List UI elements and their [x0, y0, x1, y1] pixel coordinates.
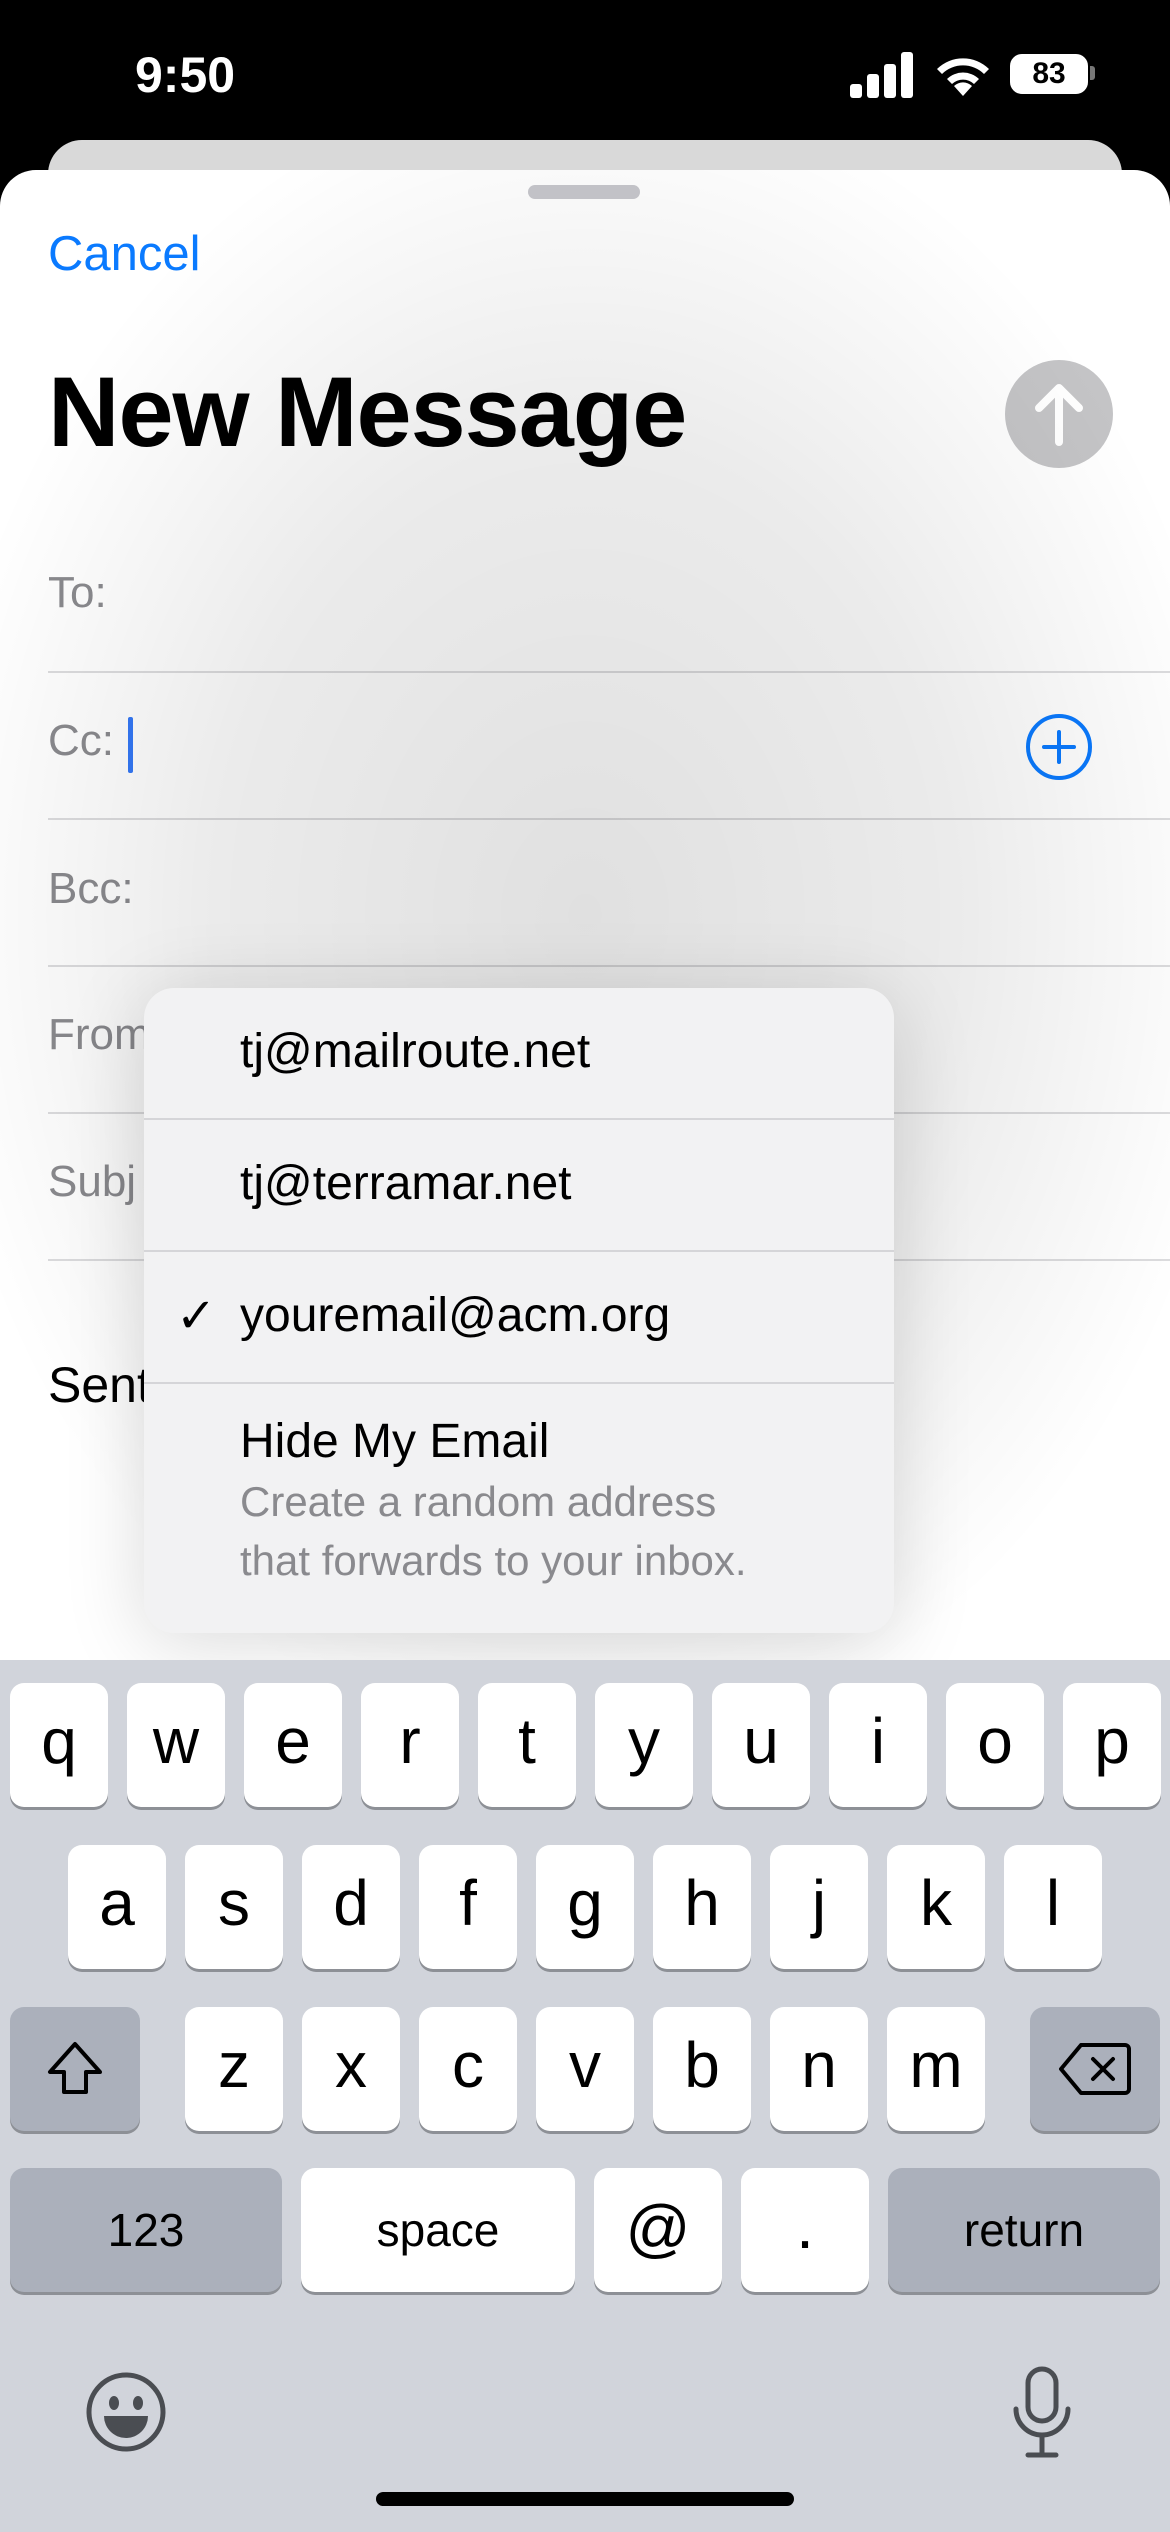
page-title: New Message	[48, 356, 687, 467]
key-d[interactable]: d	[302, 1845, 400, 1969]
microphone-icon[interactable]	[1010, 2365, 1074, 2461]
key-b[interactable]: b	[653, 2007, 751, 2131]
key-z[interactable]: z	[185, 2007, 283, 2131]
key-v[interactable]: v	[536, 2007, 634, 2131]
battery-cap	[1090, 66, 1095, 80]
key-s[interactable]: s	[185, 1845, 283, 1969]
key-l[interactable]: l	[1004, 1845, 1102, 1969]
emoji-icon[interactable]	[84, 2370, 168, 2454]
menu-item-terramar[interactable]: tj@terramar.net	[144, 1120, 894, 1250]
from-address-menu: tj@mailroute.net tj@terramar.net ✓ youre…	[144, 988, 894, 1633]
divider	[48, 818, 1170, 820]
from-label[interactable]: From	[48, 1010, 151, 1060]
key-y[interactable]: y	[595, 1683, 693, 1807]
subject-label[interactable]: Subj	[48, 1157, 136, 1207]
cancel-button[interactable]: Cancel	[48, 226, 201, 282]
plus-circle-icon[interactable]	[1024, 712, 1094, 782]
key-i[interactable]: i	[829, 1683, 927, 1807]
key-r[interactable]: r	[361, 1683, 459, 1807]
shift-key[interactable]	[10, 2007, 140, 2131]
hide-my-email-description: Create a random address	[240, 1478, 717, 1525]
menu-item-hide-my-email[interactable]: Hide My Email Create a random address th…	[144, 1384, 894, 1633]
divider	[48, 671, 1170, 673]
at-key[interactable]: @	[594, 2168, 722, 2292]
battery-level: 83	[1032, 57, 1066, 90]
cc-label[interactable]: Cc:	[48, 716, 114, 766]
menu-item-label: tj@terramar.net	[240, 1157, 572, 1210]
to-label[interactable]: To:	[48, 568, 107, 618]
menu-item-label: youremail@acm.org	[240, 1289, 671, 1342]
wifi-icon	[937, 58, 989, 96]
key-a[interactable]: a	[68, 1845, 166, 1969]
key-w[interactable]: w	[127, 1683, 225, 1807]
text-cursor	[128, 717, 133, 773]
menu-item-label: tj@mailroute.net	[240, 1025, 591, 1078]
delete-key[interactable]	[1030, 2007, 1160, 2131]
key-c[interactable]: c	[419, 2007, 517, 2131]
arrow-up-icon	[1035, 384, 1083, 446]
key-g[interactable]: g	[536, 1845, 634, 1969]
dot-key[interactable]: .	[741, 2168, 869, 2292]
send-button[interactable]	[1005, 360, 1113, 468]
key-t[interactable]: t	[478, 1683, 576, 1807]
hide-my-email-description: that forwards to your inbox.	[240, 1537, 747, 1584]
key-p[interactable]: p	[1063, 1683, 1161, 1807]
sheet-grabber[interactable]	[528, 185, 640, 199]
space-key[interactable]: space	[301, 2168, 575, 2292]
status-time: 9:50	[135, 47, 236, 103]
key-u[interactable]: u	[712, 1683, 810, 1807]
numbers-key[interactable]: 123	[10, 2168, 282, 2292]
checkmark-icon: ✓	[176, 1290, 217, 1343]
key-j[interactable]: j	[770, 1845, 868, 1969]
key-n[interactable]: n	[770, 2007, 868, 2131]
hide-my-email-label: Hide My Email	[240, 1415, 550, 1468]
cellular-signal-icon	[850, 52, 914, 98]
key-o[interactable]: o	[946, 1683, 1044, 1807]
status-icons: 83	[850, 52, 1095, 104]
key-h[interactable]: h	[653, 1845, 751, 1969]
return-key[interactable]: return	[888, 2168, 1160, 2292]
key-m[interactable]: m	[887, 2007, 985, 2131]
backspace-icon	[1059, 2043, 1131, 2095]
menu-item-acm[interactable]: ✓ youremail@acm.org	[144, 1252, 894, 1382]
message-body[interactable]: Sent	[48, 1356, 151, 1414]
key-x[interactable]: x	[302, 2007, 400, 2131]
shift-icon	[48, 2042, 102, 2094]
bcc-label[interactable]: Bcc:	[48, 864, 134, 914]
menu-item-mailroute[interactable]: tj@mailroute.net	[144, 988, 894, 1118]
key-f[interactable]: f	[419, 1845, 517, 1969]
key-e[interactable]: e	[244, 1683, 342, 1807]
divider	[48, 965, 1170, 967]
home-indicator	[376, 2492, 794, 2506]
key-q[interactable]: q	[10, 1683, 108, 1807]
key-k[interactable]: k	[887, 1845, 985, 1969]
battery-icon: 83	[1010, 54, 1088, 94]
